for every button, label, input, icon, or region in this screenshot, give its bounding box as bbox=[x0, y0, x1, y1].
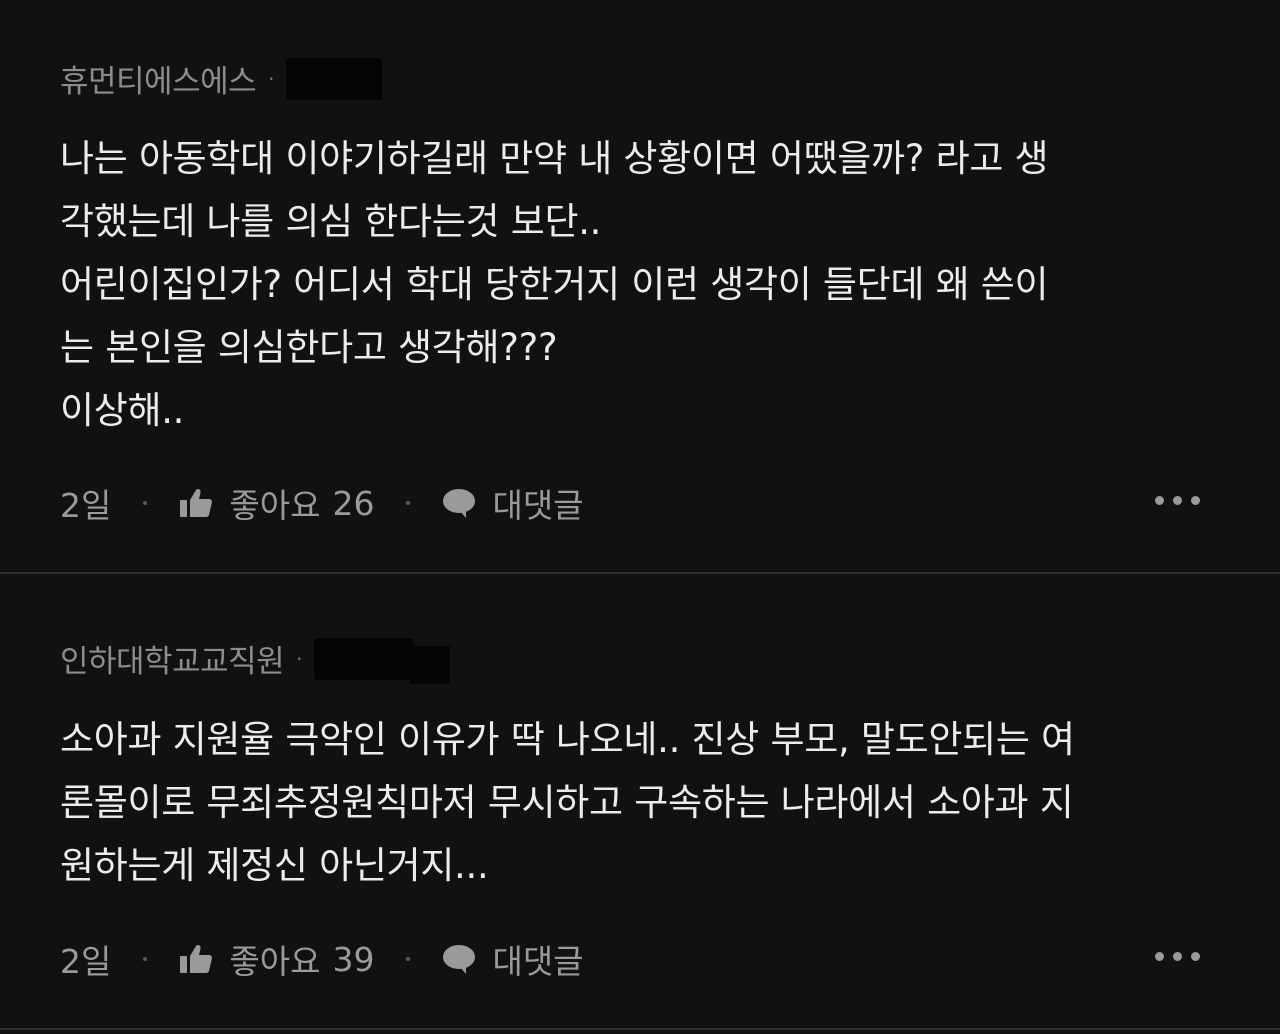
comment-time: 2일 bbox=[60, 942, 112, 981]
more-dot bbox=[1155, 952, 1164, 961]
comment-actions: 2일 좋아요 39 대댓글 bbox=[60, 934, 1220, 984]
comment-item: 휴먼티에스에스 · 나는 아동학대 이야기하길래 만약 내 상황이면 어땠을까?… bbox=[0, 0, 1280, 572]
more-options-icon[interactable] bbox=[1155, 952, 1200, 961]
comment-meta: 휴먼티에스에스 · bbox=[60, 56, 382, 101]
reply-button[interactable]: 대댓글 bbox=[442, 935, 584, 983]
comment-meta: 인하대학교교직원 · bbox=[60, 636, 451, 684]
like-count: 39 bbox=[332, 939, 375, 979]
more-dot bbox=[1191, 496, 1200, 505]
more-dot bbox=[1173, 952, 1182, 961]
more-dot bbox=[1191, 952, 1200, 961]
more-dot bbox=[1155, 496, 1164, 505]
redacted-user-id bbox=[286, 57, 382, 100]
comment-item: 인하대학교교직원 · 소아과 지원율 극악인 이유가 딱 나오네.. 진상 부모… bbox=[0, 574, 1280, 1028]
comment-body: 소아과 지원율 극악인 이유가 딱 나오네.. 진상 부모, 말도안되는 여 론… bbox=[60, 718, 1075, 887]
footer-separator bbox=[406, 501, 411, 505]
reply-button[interactable]: 대댓글 bbox=[442, 479, 584, 527]
thumbs-up-icon bbox=[180, 945, 213, 973]
comment-divider bbox=[0, 1028, 1280, 1030]
like-count: 26 bbox=[332, 483, 375, 523]
redacted-user-id bbox=[314, 637, 451, 684]
comment-time: 2일 bbox=[60, 486, 112, 525]
like-label: 좋아요 bbox=[229, 486, 321, 525]
speech-bubble-icon bbox=[443, 489, 476, 518]
speech-bubble-icon bbox=[443, 945, 476, 974]
more-options-icon[interactable] bbox=[1155, 496, 1200, 505]
footer-separator bbox=[143, 957, 148, 961]
like-button[interactable]: 좋아요 39 bbox=[179, 935, 374, 983]
author-name[interactable]: 인하대학교교직원 bbox=[60, 636, 285, 681]
like-label: 좋아요 bbox=[229, 942, 321, 981]
footer-separator bbox=[143, 501, 148, 505]
more-dot bbox=[1173, 496, 1182, 505]
thumbs-up-icon bbox=[180, 489, 213, 517]
meta-separator: · bbox=[296, 646, 303, 671]
comment-actions: 2일 좋아요 26 대댓글 bbox=[60, 478, 1220, 528]
like-button[interactable]: 좋아요 26 bbox=[179, 479, 374, 527]
comment-body: 나는 아동학대 이야기하길래 만약 내 상황이면 어땠을까? 라고 생 각했는데… bbox=[60, 137, 1049, 432]
reply-label: 대댓글 bbox=[492, 486, 584, 525]
meta-separator: · bbox=[268, 66, 274, 91]
author-name[interactable]: 휴먼티에스에스 bbox=[60, 56, 257, 101]
footer-separator bbox=[406, 957, 411, 961]
reply-label: 대댓글 bbox=[492, 942, 584, 981]
